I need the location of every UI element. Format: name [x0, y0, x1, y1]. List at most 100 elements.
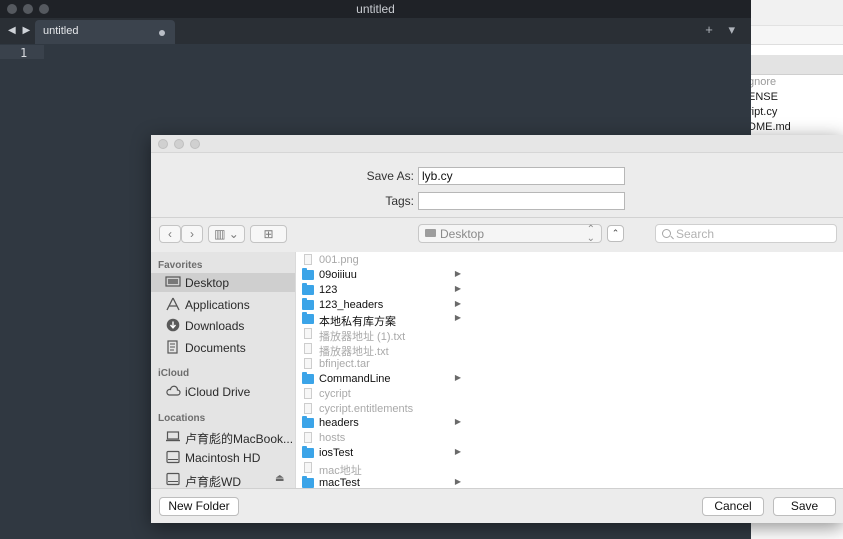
finder-path-bar	[740, 26, 843, 45]
sidebar-item-desktop[interactable]: Desktop	[151, 273, 295, 292]
sidebar-item-applications[interactable]: Applications	[151, 295, 295, 314]
file-row[interactable]: 123 ▶	[296, 282, 465, 298]
file-name: bfinject.tar	[319, 357, 370, 370]
sidebar-item-icloud-drive[interactable]: iCloud Drive	[151, 382, 295, 401]
chevron-right-icon: ▶	[454, 417, 461, 427]
applications-icon	[166, 297, 180, 311]
sidebar-header-icloud: iCloud	[158, 368, 190, 379]
close-window-icon[interactable]	[7, 4, 17, 14]
finder-file-item[interactable]: ENSE	[740, 90, 843, 105]
folder-icon	[302, 475, 314, 488]
folder-icon	[302, 312, 314, 325]
location-label: Desktop	[440, 227, 485, 241]
collapse-dialog-button[interactable]: ⌃	[607, 225, 624, 242]
file-row[interactable]: 播放器地址 (1).txt	[296, 327, 465, 343]
desktop-icon	[165, 276, 181, 287]
location-popup[interactable]: Desktop ⌃ ⌄	[418, 224, 602, 244]
unsaved-dot-icon[interactable]	[159, 30, 165, 36]
finder-file-item[interactable]: ript.cy	[740, 105, 843, 120]
tab-untitled[interactable]: untitled	[35, 20, 175, 44]
dialog-titlebar	[151, 135, 843, 153]
file-row[interactable]: macTest ▶	[296, 475, 465, 488]
chevron-right-icon: ▶	[454, 283, 461, 293]
file-name: 09oiiiuu	[319, 268, 357, 281]
sidebar-item-macintosh-hd[interactable]: Macintosh HD	[151, 448, 295, 467]
file-row[interactable]: cycript.entitlements	[296, 402, 465, 417]
finder-file-item[interactable]: DME.md	[740, 120, 843, 135]
file-row[interactable]: 09oiiiuu ▶	[296, 267, 465, 283]
folder-icon	[302, 371, 314, 384]
file-name: headers	[319, 417, 359, 430]
sidebar-item-label: Documents	[185, 341, 246, 355]
downloads-icon	[166, 318, 180, 332]
dialog-close-icon[interactable]	[158, 139, 168, 149]
sidebar-item-label: Applications	[185, 298, 250, 312]
file-row[interactable]: iosTest ▶	[296, 446, 465, 461]
new-tab-and-menu-icon[interactable]: + ▾	[705, 22, 741, 38]
sidebar-item-macbook[interactable]: 卢育彪的MacBook...	[151, 427, 295, 446]
document-icon	[304, 402, 312, 414]
chevron-right-icon: ▶	[454, 313, 461, 323]
file-name: 001.png	[319, 254, 359, 266]
chevron-right-icon: ▶	[454, 298, 461, 308]
sidebar-item-external-drive[interactable]: 卢育彪WD ⏏	[151, 470, 295, 489]
documents-icon	[167, 340, 178, 354]
sidebar-header-favorites: Favorites	[158, 260, 203, 271]
document-icon	[304, 432, 312, 444]
file-row[interactable]: 播放器地址.txt	[296, 342, 465, 358]
finder-column-header	[740, 55, 843, 75]
file-row[interactable]: bfinject.tar	[296, 357, 465, 372]
file-row[interactable]: 001.png	[296, 253, 465, 268]
file-row[interactable]: 123_headers ▶	[296, 297, 465, 313]
preview-column	[465, 252, 843, 488]
file-name: cycript	[319, 387, 351, 400]
forward-button[interactable]: ›	[181, 225, 203, 243]
file-name: hosts	[319, 432, 346, 445]
tab-navigation-arrows-icon[interactable]: ◀ ▶	[8, 25, 32, 36]
file-row[interactable]: 本地私有库方案 ▶	[296, 312, 465, 328]
sidebar-item-documents[interactable]: Documents	[151, 338, 295, 357]
sidebar-item-downloads[interactable]: Downloads	[151, 316, 295, 335]
save-as-input[interactable]	[418, 167, 625, 185]
line-number: 1	[20, 46, 28, 60]
document-icon	[304, 343, 312, 355]
file-row[interactable]: cycript	[296, 387, 465, 402]
tags-input[interactable]	[418, 192, 625, 210]
search-field[interactable]: Search	[655, 224, 837, 243]
folder-icon	[302, 416, 314, 429]
cancel-button[interactable]: Cancel	[702, 497, 764, 516]
zoom-window-icon[interactable]	[39, 4, 49, 14]
sidebar-item-label: Macintosh HD	[185, 451, 261, 465]
file-name: CommandLine	[319, 372, 391, 385]
folder-icon	[425, 229, 436, 237]
folder-icon	[302, 282, 314, 295]
file-row[interactable]: mac地址	[296, 461, 465, 477]
minimize-window-icon[interactable]	[23, 4, 33, 14]
tags-label: Tags:	[385, 194, 414, 208]
file-row[interactable]: hosts	[296, 431, 465, 446]
disk-icon	[166, 450, 180, 464]
finder-file-item[interactable]: gnore	[740, 75, 843, 90]
dialog-minimize-icon[interactable]	[174, 139, 184, 149]
file-row[interactable]: headers ▶	[296, 416, 465, 431]
eject-icon[interactable]: ⏏	[275, 473, 284, 484]
document-icon	[304, 254, 312, 265]
document-icon	[304, 461, 312, 473]
dialog-zoom-icon[interactable]	[190, 139, 200, 149]
new-folder-button[interactable]: New Folder	[159, 497, 239, 516]
new-folder-icon-button[interactable]: ⊞	[250, 225, 287, 243]
updown-chevron-icon: ⌃ ⌄	[586, 224, 595, 244]
file-name: cycript.entitlements	[319, 402, 414, 415]
toolbar-separator	[151, 217, 843, 218]
file-name: macTest	[319, 476, 360, 488]
file-name: 123	[319, 283, 338, 296]
finder-toolbar	[740, 0, 843, 26]
line-gutter	[0, 44, 44, 539]
view-mode-button[interactable]: ▥ ⌄	[208, 225, 245, 243]
window-title: untitled	[356, 2, 395, 16]
file-list: 001.png 09oiiiuu ▶ 123 ▶ 123_headers ▶ 本地私有库方案 ▶…	[295, 252, 466, 488]
file-row[interactable]: CommandLine ▶	[296, 371, 465, 387]
sidebar-item-label: Downloads	[185, 319, 245, 333]
back-button[interactable]: ‹	[159, 225, 181, 243]
save-button[interactable]: Save	[773, 497, 836, 516]
